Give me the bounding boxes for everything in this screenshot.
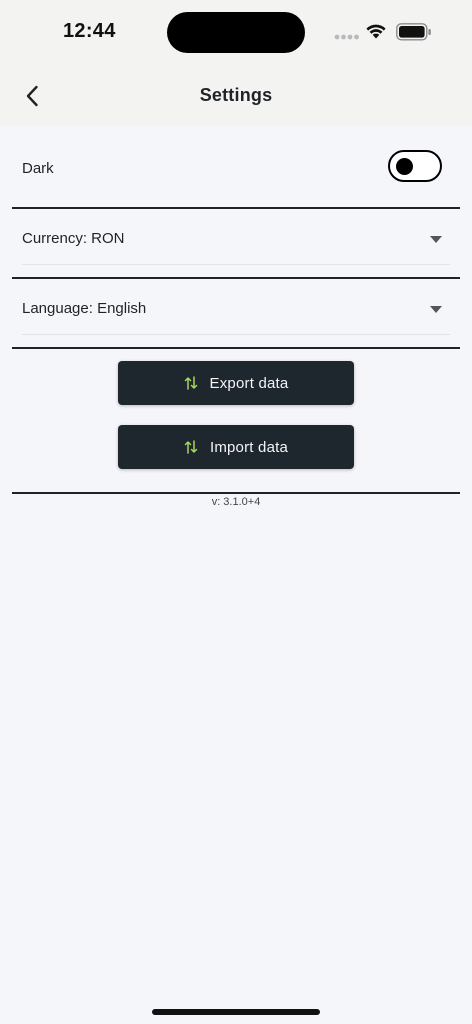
language-label: Language: English <box>22 300 147 317</box>
home-indicator[interactable] <box>152 1009 320 1015</box>
status-time: 12:44 <box>63 20 116 42</box>
page-title: Settings <box>199 85 273 105</box>
select-underline <box>22 334 450 335</box>
cellular-signal-icon <box>334 34 359 40</box>
dropdown-arrow-icon <box>430 306 442 313</box>
swap-vertical-icon <box>184 376 197 390</box>
toggle-knob <box>396 158 413 175</box>
dynamic-island <box>167 12 305 53</box>
import-data-button[interactable]: Import data <box>118 425 354 469</box>
divider <box>12 347 460 349</box>
export-data-label: Export data <box>209 374 289 392</box>
header-background: 12:44 Settings <box>0 0 472 126</box>
status-bar: 12:44 <box>0 0 472 64</box>
swap-vertical-icon <box>184 440 198 454</box>
dropdown-arrow-icon <box>430 236 442 243</box>
divider <box>12 277 460 279</box>
wifi-icon <box>366 24 386 39</box>
battery-icon <box>396 23 431 41</box>
export-data-button[interactable]: Export data <box>118 361 354 405</box>
divider <box>12 492 460 494</box>
dark-mode-toggle[interactable] <box>388 150 442 182</box>
language-select[interactable]: Language: English <box>12 282 460 338</box>
version-text: v: 3.1.0+4 <box>211 496 261 508</box>
dark-mode-row: Dark <box>12 140 460 196</box>
dark-mode-label: Dark <box>22 160 54 177</box>
import-data-label: Import data <box>209 438 289 456</box>
currency-label: Currency: RON <box>22 230 125 247</box>
currency-select[interactable]: Currency: RON <box>12 212 460 268</box>
app-bar: Settings <box>0 66 472 126</box>
divider <box>12 207 460 209</box>
select-underline <box>22 264 450 265</box>
